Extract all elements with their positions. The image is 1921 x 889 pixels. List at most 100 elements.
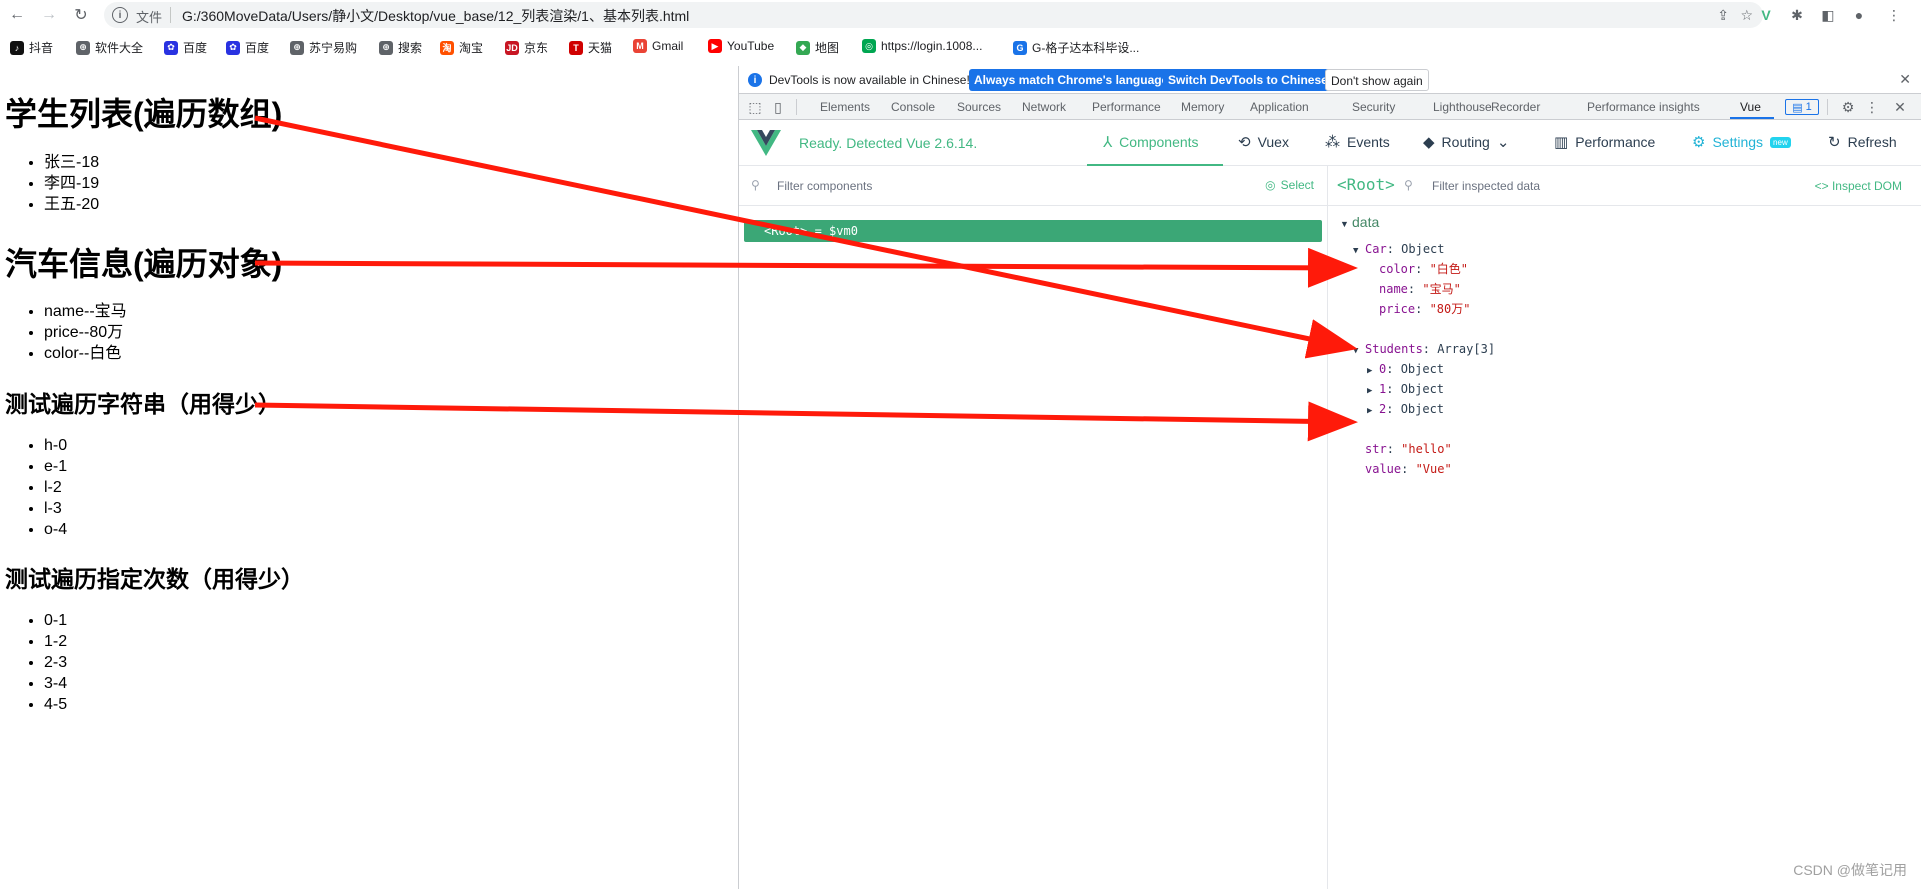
forward-button[interactable]: →	[38, 4, 60, 26]
tab-components[interactable]: ⅄ Components	[1103, 133, 1199, 151]
data-type: Object	[1400, 402, 1445, 416]
devtools-tab-performance-insights[interactable]: Performance insights	[1587, 100, 1700, 114]
caret-right-icon: ▶	[1367, 406, 1373, 416]
events-icon: ⁂	[1325, 134, 1340, 151]
bookmark-item[interactable]: ✿ 百度	[164, 39, 207, 56]
vue-devtools-extension-icon[interactable]: V	[1756, 5, 1776, 25]
devtools-settings-gear-icon[interactable]: ⚙	[1839, 98, 1857, 116]
devtools-tab-recorder[interactable]: Recorder	[1491, 100, 1540, 114]
profile-avatar-icon[interactable]: ●	[1849, 5, 1869, 25]
active-tab-indicator	[1730, 117, 1774, 119]
data-value: "白色"	[1429, 262, 1469, 276]
close-infobar-icon[interactable]: ✕	[1899, 71, 1911, 88]
bookmark-favicon-icon: ⊕	[290, 40, 304, 55]
always-match-language-button[interactable]: Always match Chrome's language	[969, 69, 1174, 91]
bookmark-item[interactable]: G G-格子达本科毕设...	[1013, 39, 1139, 56]
select-component-button[interactable]: ◎ Select	[1265, 178, 1314, 192]
list-item: 4-5	[44, 694, 67, 715]
bookmark-item[interactable]: JD 京东	[505, 39, 548, 56]
bookmark-item[interactable]: ◎ https://login.1008...	[862, 39, 982, 53]
component-tree-root-row[interactable]: <Root> = $vm0	[744, 220, 1322, 242]
search-icon: ⚲	[751, 178, 760, 192]
bookmark-favicon-icon: 淘	[440, 40, 454, 55]
tab-settings[interactable]: ⚙ Settings new	[1692, 133, 1791, 151]
data-value: "hello"	[1401, 442, 1452, 456]
bookmark-item[interactable]: T 天猫	[569, 39, 612, 56]
bookmark-item[interactable]: M Gmail	[633, 39, 683, 53]
devtools-tab-elements[interactable]: Elements	[820, 100, 870, 114]
infobar-message: DevTools is now available in Chinese!	[769, 73, 970, 87]
switch-to-chinese-button[interactable]: Switch DevTools to Chinese	[1163, 69, 1333, 91]
close-devtools-icon[interactable]: ✕	[1891, 98, 1909, 116]
data-row-car-field[interactable]: color: "白色"	[1379, 260, 1468, 278]
devtools-tab-memory[interactable]: Memory	[1181, 100, 1224, 114]
devtools-tab-application[interactable]: Application	[1250, 100, 1309, 114]
data-section-header[interactable]: ▼ data	[1340, 214, 1379, 230]
caret-down-icon: ▼	[1353, 246, 1359, 256]
data-row-car-field[interactable]: name: "宝马"	[1379, 280, 1461, 298]
refresh-button[interactable]: ↻ Refresh	[1828, 133, 1897, 151]
extensions-puzzle-icon[interactable]: ✱	[1787, 5, 1807, 25]
inspect-dom-button[interactable]: <> Inspect DOM	[1815, 179, 1902, 193]
devtools-tab-network[interactable]: Network	[1022, 100, 1066, 114]
bookmark-item[interactable]: ♪ 抖音	[10, 39, 53, 56]
tab-divider	[796, 99, 797, 115]
devtools-tab-security[interactable]: Security	[1352, 100, 1395, 114]
tab-events-label: Events	[1347, 134, 1390, 150]
list-item: 2-3	[44, 652, 67, 673]
back-button[interactable]: ←	[6, 4, 28, 26]
messages-badge[interactable]: ▤ 1	[1785, 99, 1819, 115]
bookmark-item[interactable]: ⊕ 软件大全	[76, 39, 143, 56]
bookmark-label: 苏宁易购	[309, 41, 358, 55]
bookmark-item[interactable]: ✿ 百度	[226, 39, 269, 56]
tab-routing[interactable]: ◆ Routing ⌄	[1423, 133, 1509, 151]
side-panel-icon[interactable]: ◧	[1818, 5, 1838, 25]
data-key: color	[1379, 262, 1416, 276]
data-type: Array[3]	[1437, 342, 1496, 356]
data-row-students[interactable]: ▼ Students: Array[3]	[1353, 340, 1495, 360]
dont-show-again-button[interactable]: Don't show again	[1325, 69, 1429, 91]
bookmark-star-icon[interactable]: ☆	[1740, 7, 1753, 24]
site-info-icon[interactable]: i	[112, 7, 128, 23]
share-icon[interactable]: ⇪	[1717, 7, 1729, 24]
bookmark-item[interactable]: ◆ 地图	[796, 39, 839, 56]
devtools-tab-bar: ⬚ ▯ Elements Console Sources Network Perform…	[739, 94, 1921, 120]
devtools-tab-sources[interactable]: Sources	[957, 100, 1001, 114]
bookmark-item[interactable]: 淘淘宝	[440, 39, 483, 56]
message-icon: ▤	[1792, 101, 1803, 114]
devtools-tab-console[interactable]: Console	[891, 100, 935, 114]
bookmark-item[interactable]: ⊕ 苏宁易购	[290, 39, 357, 56]
filter-inspected-data-input[interactable]: Filter inspected data	[1432, 179, 1540, 193]
filter-components-input[interactable]: Filter components	[777, 179, 872, 193]
tab-performance[interactable]: ▥ Performance	[1554, 133, 1655, 151]
inspect-dom-label: Inspect DOM	[1831, 179, 1902, 193]
device-toolbar-icon[interactable]: ▯	[769, 98, 787, 116]
data-row-car-field[interactable]: price: "80万"	[1379, 300, 1470, 318]
url-text[interactable]: G:/360MoveData/Users/静小文/Desktop/vue_bas…	[182, 6, 689, 26]
tab-events[interactable]: ⁂ Events	[1325, 133, 1390, 151]
tab-vuex[interactable]: ⟲ Vuex	[1238, 133, 1289, 151]
reload-button[interactable]: ↻	[70, 4, 92, 26]
bookmark-favicon-icon: ▶	[708, 39, 722, 53]
devtools-tab-vue[interactable]: Vue	[1740, 100, 1761, 114]
bookmark-item[interactable]: ▶ YouTube	[708, 39, 774, 53]
devtools-panel: i DevTools is now available in Chinese! …	[738, 66, 1921, 889]
refresh-icon: ↻	[1828, 134, 1841, 151]
bookmark-item[interactable]: ⊕ 搜索	[379, 39, 422, 56]
inspect-element-icon[interactable]: ⬚	[746, 98, 764, 116]
browser-menu-icon[interactable]: ⋮	[1884, 5, 1904, 25]
rendered-page: 学生列表(遍历数组) 张三-18李四-19王五-20 汽车信息(遍历对象) na…	[0, 63, 738, 889]
data-row-car[interactable]: ▼ Car: Object	[1353, 240, 1445, 260]
data-key: value	[1365, 462, 1402, 476]
count-loop-list: 0-11-22-33-44-5	[44, 610, 67, 715]
devtools-tab-performance[interactable]: Performance	[1092, 100, 1161, 114]
address-bar[interactable]: i 文件 G:/360MoveData/Users/静小文/Desktop/vu…	[104, 2, 1763, 28]
data-row-student-item[interactable]: ▶ 1: Object	[1367, 380, 1444, 400]
bookmark-favicon-icon: G	[1013, 40, 1027, 55]
data-row-value[interactable]: value: "Vue"	[1365, 460, 1452, 478]
data-row-student-item[interactable]: ▶ 2: Object	[1367, 400, 1444, 420]
devtools-tab-lighthouse[interactable]: Lighthouse	[1433, 100, 1492, 114]
data-row-student-item[interactable]: ▶ 0: Object	[1367, 360, 1444, 380]
data-row-str[interactable]: str: "hello"	[1365, 440, 1452, 458]
devtools-more-options-icon[interactable]: ⋮	[1863, 98, 1881, 116]
